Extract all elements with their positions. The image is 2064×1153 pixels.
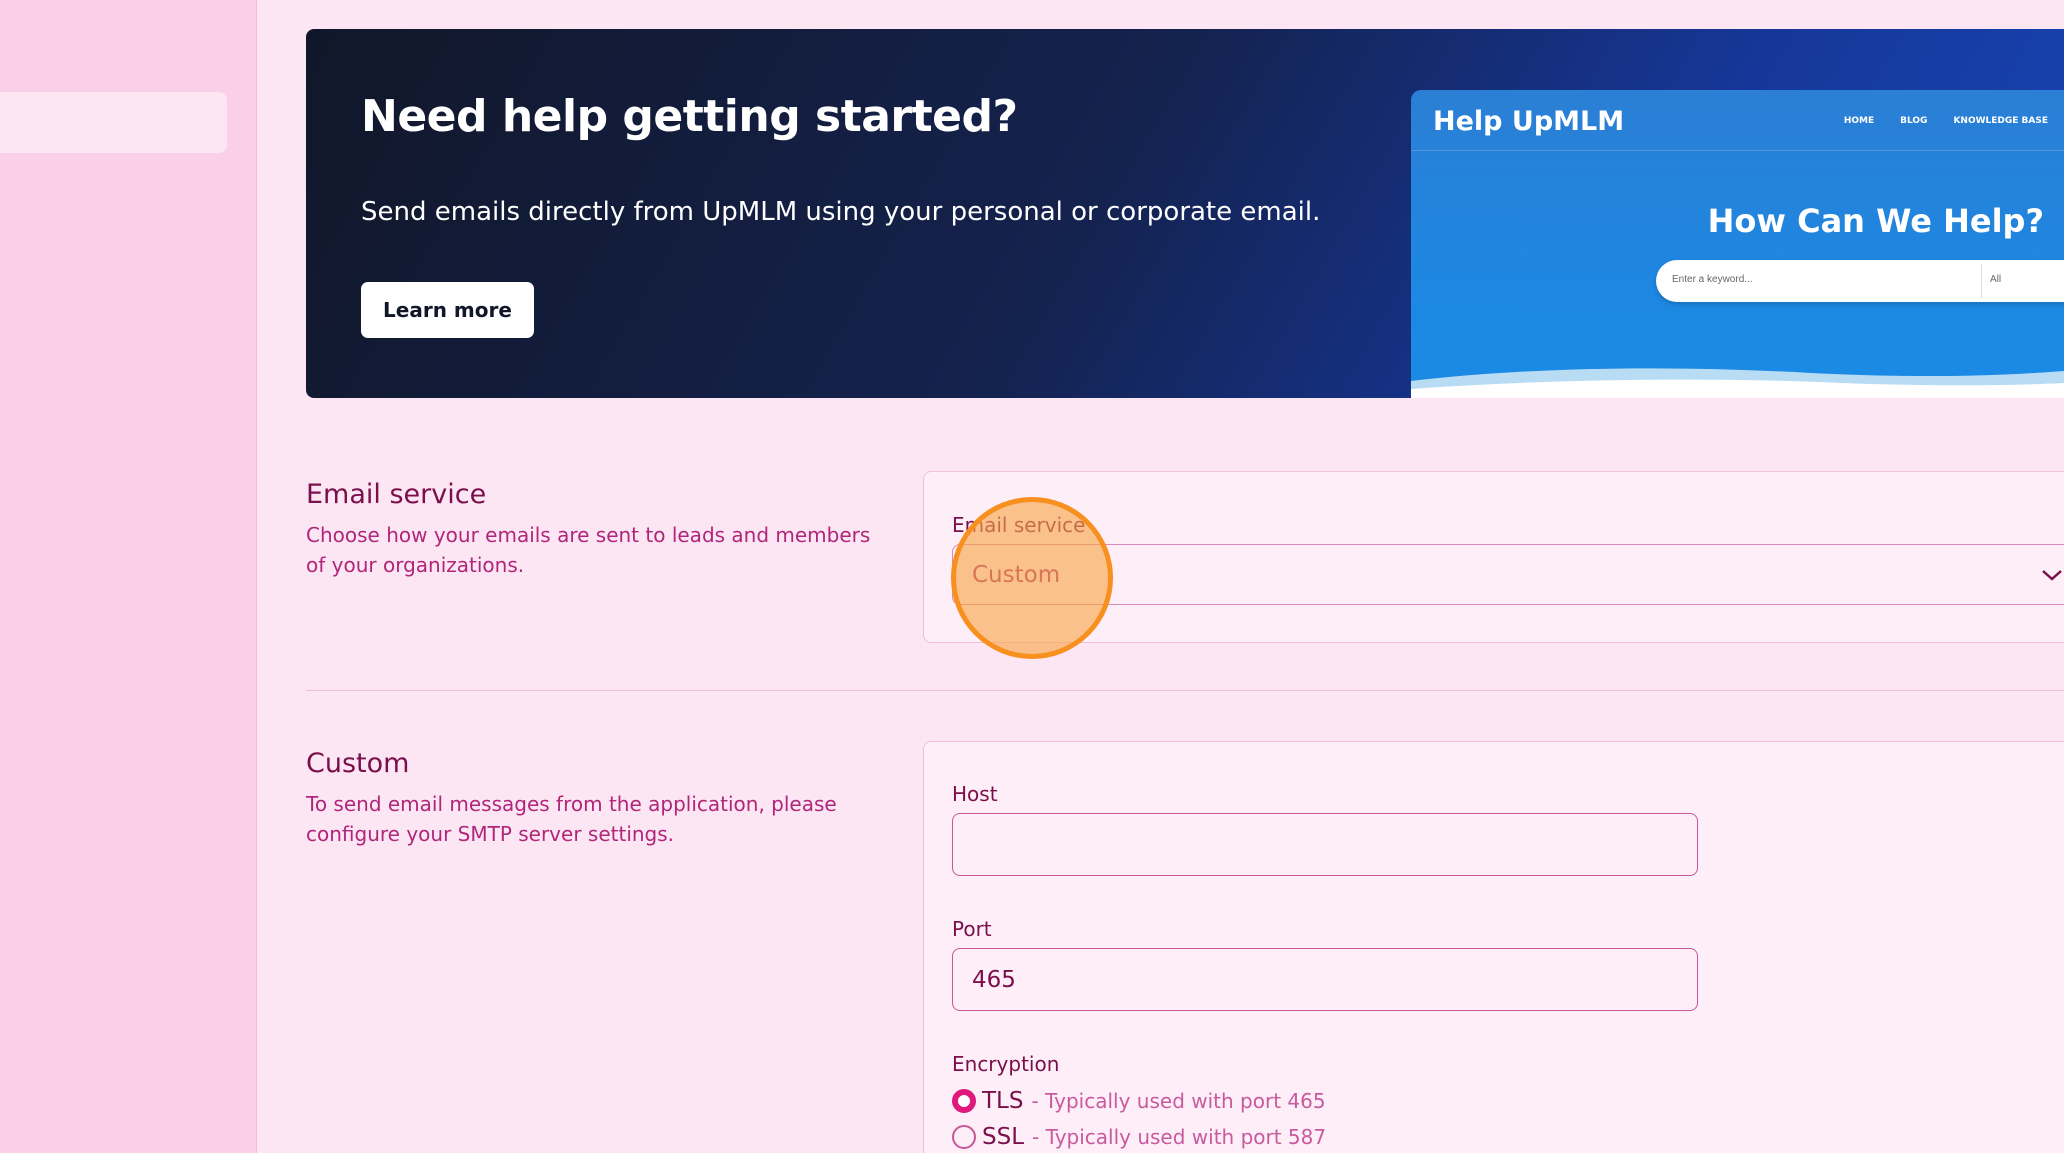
preview-header: Help UpMLM HOME BLOG KNOWLEDGE BASE xyxy=(1411,90,2064,151)
sidebar-item-active[interactable] xyxy=(0,92,227,153)
email-service-selected-value: Custom xyxy=(972,562,1061,588)
banner-title: Need help getting started? xyxy=(361,91,1018,142)
custom-section-description: To send email messages from the applicat… xyxy=(306,792,837,846)
banner-text: Send emails directly from UpMLM using yo… xyxy=(361,197,1321,227)
port-input[interactable] xyxy=(952,948,1698,1011)
email-service-section-description: Choose how your emails are sent to leads… xyxy=(306,523,871,577)
preview-search-bar: Enter a keyword... All xyxy=(1656,260,2064,302)
ssl-radio-label: SSL xyxy=(982,1124,1025,1150)
tls-radio[interactable] xyxy=(952,1089,976,1113)
preview-nav: HOME BLOG KNOWLEDGE BASE xyxy=(1844,116,2048,126)
encryption-option-tls[interactable]: TLS - Typically used with port 465 xyxy=(952,1088,1326,1114)
email-service-section-title: Email service xyxy=(306,479,487,510)
section-divider xyxy=(306,690,2064,691)
host-field-label: Host xyxy=(952,782,998,806)
preview-wave xyxy=(1411,368,2064,398)
tls-radio-label: TLS xyxy=(982,1088,1024,1114)
ssl-radio-hint: - Typically used with port 587 xyxy=(1032,1125,1327,1149)
preview-logo: Help UpMLM xyxy=(1433,106,1625,137)
preview-nav-knowledge-base: KNOWLEDGE BASE xyxy=(1953,116,2048,126)
host-input[interactable] xyxy=(952,813,1698,876)
learn-more-button[interactable]: Learn more xyxy=(361,282,534,338)
preview-headline: How Can We Help? xyxy=(1707,202,2044,240)
preview-nav-home: HOME xyxy=(1843,116,1875,126)
ssl-radio[interactable] xyxy=(952,1125,976,1149)
preview-search-placeholder: Enter a keyword... xyxy=(1672,274,1753,285)
sidebar xyxy=(0,0,257,1153)
custom-section-title: Custom xyxy=(306,748,410,779)
help-banner: Need help getting started? Send emails d… xyxy=(306,29,2064,398)
tls-radio-hint: - Typically used with port 465 xyxy=(1031,1089,1326,1113)
email-service-field-label: Email service xyxy=(952,513,1086,537)
preview-nav-blog: BLOG xyxy=(1900,116,1928,126)
encryption-field-label: Encryption xyxy=(952,1052,1060,1076)
help-site-preview: Help UpMLM HOME BLOG KNOWLEDGE BASE How … xyxy=(1411,90,2064,398)
chevron-down-icon xyxy=(2042,570,2062,581)
preview-search-select: All xyxy=(1990,274,2002,285)
email-service-select[interactable]: Custom xyxy=(952,544,2064,605)
port-field-label: Port xyxy=(952,917,992,941)
encryption-option-ssl[interactable]: SSL - Typically used with port 587 xyxy=(952,1124,1326,1150)
preview-search-divider xyxy=(1981,264,1982,298)
